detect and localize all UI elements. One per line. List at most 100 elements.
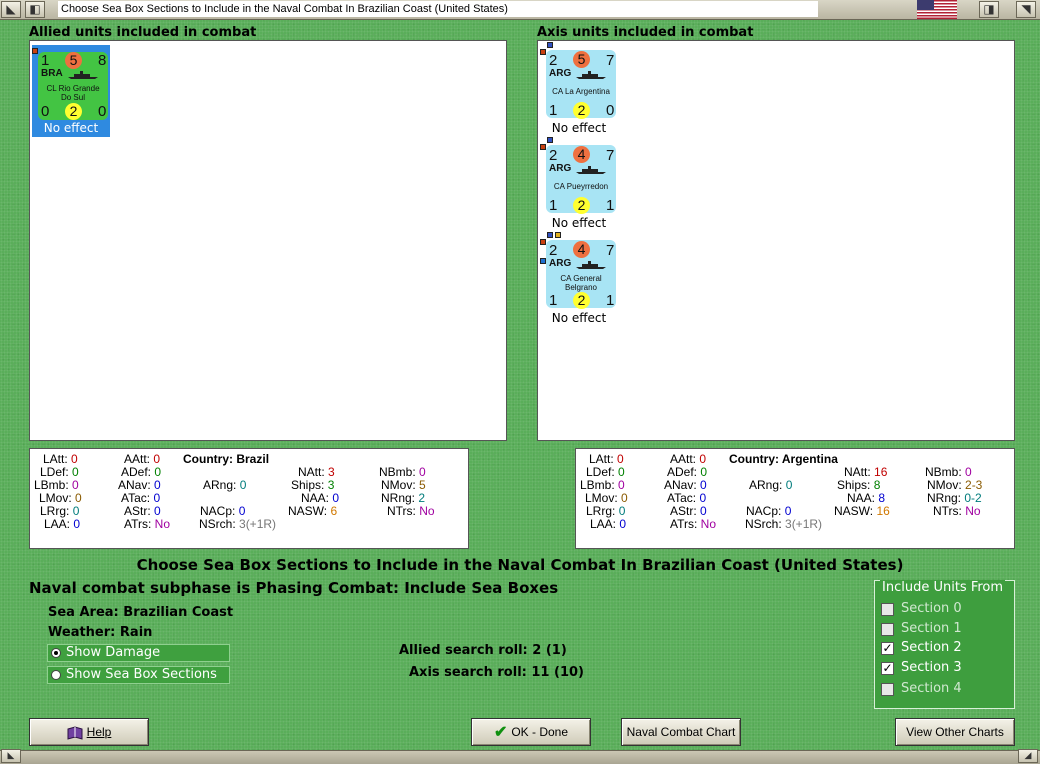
counter-mov: 7: [606, 52, 615, 69]
stat-nsrch: NSrch: 3(+1R): [745, 517, 823, 531]
counter-bottom-circle: 2: [573, 197, 590, 214]
ok-label: OK - Done: [511, 725, 569, 739]
counter-att: 1: [41, 52, 50, 69]
radio-unselected-icon: [51, 670, 61, 680]
stat-atrs: ATrs: No: [124, 517, 171, 531]
sea-area: Sea Area: Brazilian Coast: [48, 605, 234, 620]
counter-rng: 1: [606, 197, 615, 214]
section-label: Section 3: [901, 660, 962, 675]
counter-att: 2: [549, 52, 558, 69]
window-menu-button[interactable]: ◣: [1, 1, 21, 18]
help-button[interactable]: Help: [29, 718, 149, 746]
cruiser-icon: [576, 261, 606, 269]
stat-arng: ARng: 0: [749, 478, 793, 492]
scroll-left-button[interactable]: ◨: [979, 1, 999, 18]
naval-combat-chart-button[interactable]: Naval Combat Chart: [621, 718, 741, 746]
cruiser-icon: [576, 166, 606, 174]
stat-ntrs: NTrs: No: [387, 504, 435, 518]
counter-rng: 1: [606, 292, 615, 309]
counter-top-circle: 4: [573, 241, 590, 258]
help-book-icon: [67, 726, 83, 740]
counter-def: 0: [41, 103, 50, 120]
help-label: Help: [86, 725, 112, 739]
weather: Weather: Rain: [48, 625, 153, 640]
counter-rng: 0: [606, 102, 615, 119]
counter-unit-name: CA General Belgrano: [560, 274, 602, 292]
section-label: Section 2: [901, 640, 962, 655]
naval-chart-label: Naval Combat Chart: [626, 725, 736, 739]
allied-stats-box: LAtt: 0 LDef: 0 LBmb: 0 LMov: 0 LRrg: 0 …: [29, 448, 469, 549]
axis-stats-box: LAtt: 0 LDef: 0 LBmb: 0 LMov: 0 LRrg: 0 …: [575, 448, 1015, 549]
show-damage-radio[interactable]: Show Damage: [47, 644, 230, 662]
counter-def: 1: [549, 102, 558, 119]
bottom-border: [0, 750, 1040, 764]
counter-att: 2: [549, 147, 558, 164]
counter-top-circle: 4: [573, 146, 590, 163]
window-title: Choose Sea Box Sections to Include in th…: [58, 1, 818, 17]
stat-country: Country: Argentina: [729, 452, 838, 466]
check-icon: ✔: [493, 723, 508, 741]
counter-top-circle: 5: [573, 51, 590, 68]
stat-ntrs: NTrs: No: [933, 504, 981, 518]
scroll-right-button[interactable]: ◥: [1016, 1, 1036, 18]
unit-status: No effect: [551, 121, 607, 135]
counter-rng: 0: [98, 103, 107, 120]
stat-nasw: NASW: 6: [288, 504, 338, 518]
allied-search-roll: Allied search roll: 2 (1): [399, 643, 567, 658]
allied-panel-label: Allied units included in combat: [29, 25, 257, 40]
counter-def: 1: [549, 292, 558, 309]
counter-nation: ARG: [549, 258, 572, 269]
include-units-title: Include Units From: [880, 580, 1006, 596]
unit-status: No effect: [551, 311, 607, 325]
page-heading: Choose Sea Box Sections to Include in th…: [136, 556, 904, 574]
counter-att: 2: [549, 242, 558, 259]
section-label: Section 4: [901, 681, 962, 696]
unit-marker-icon: [547, 42, 553, 48]
unit-counter-pueyrredon[interactable]: 2 4 7 ARG CA Pueyrredon 1 2 1: [546, 145, 616, 214]
counter-unit-name: CA Pueyrredon: [553, 182, 609, 191]
counter-nation: ARG: [549, 163, 572, 174]
stat-laa: LAA: 0: [590, 517, 627, 531]
stat-laa: LAA: 0: [44, 517, 81, 531]
unit-counter-general-belgrano[interactable]: 2 4 7 ARG CA General Belgrano 1 2 1: [546, 240, 616, 309]
counter-mov: 7: [606, 147, 615, 164]
unit-marker-icon: [32, 48, 38, 54]
show-damage-label: Show Damage: [66, 645, 161, 660]
checkbox-unchecked-icon: [881, 623, 894, 636]
axis-search-roll: Axis search roll: 11 (10): [409, 665, 584, 680]
unit-marker-icon: [555, 232, 561, 238]
counter-bottom-circle: 2: [573, 292, 590, 309]
view-other-charts-button[interactable]: View Other Charts: [895, 718, 1015, 746]
stat-nsrch: NSrch: 3(+1R): [199, 517, 277, 531]
show-sections-label: Show Sea Box Sections: [66, 667, 217, 682]
us-flag-icon: [917, 0, 957, 19]
counter-unit-name: CA La Argentina: [552, 87, 610, 96]
stat-country: Country: Brazil: [183, 452, 270, 466]
unit-status: No effect: [43, 121, 99, 135]
other-charts-label: View Other Charts: [906, 725, 1004, 739]
checkbox-checked-icon: ✓: [881, 661, 894, 675]
subphase-text: Naval combat subphase is Phasing Combat:…: [29, 579, 559, 597]
unit-counter-la-argentina[interactable]: 2 5 7 ARG CA La Argentina 1 2 0: [546, 50, 616, 119]
counter-bottom-circle: 2: [65, 103, 82, 120]
unit-counter-rio-grande[interactable]: 1 5 8 BRA CL Rio Grande Do Sul 0 2 0: [38, 52, 108, 120]
counter-top-circle: 5: [65, 52, 82, 69]
axis-panel-label: Axis units included in combat: [537, 25, 754, 40]
counter-bottom-circle: 2: [573, 102, 590, 119]
counter-mov: 8: [98, 52, 107, 69]
checkbox-unchecked-icon: [881, 603, 894, 616]
counter-unit-name: CL Rio Grande Do Sul: [46, 84, 100, 102]
counter-def: 1: [549, 197, 558, 214]
show-sections-radio[interactable]: Show Sea Box Sections: [47, 666, 230, 684]
stat-nasw: NASW: 16: [834, 504, 890, 518]
scroll-bottom-right-button[interactable]: ◢: [1018, 749, 1038, 763]
counter-nation: ARG: [549, 68, 572, 79]
ok-done-button[interactable]: ✔ OK - Done: [471, 718, 591, 746]
stat-atrs: ATrs: No: [670, 517, 717, 531]
cruiser-icon: [68, 71, 98, 79]
counter-nation: BRA: [41, 68, 63, 79]
checkbox-checked-icon: ✓: [881, 641, 894, 655]
scroll-bottom-left-button[interactable]: ◣: [1, 749, 21, 763]
window-restore-button[interactable]: ◧: [25, 1, 45, 18]
section-label: Section 1: [901, 621, 962, 636]
